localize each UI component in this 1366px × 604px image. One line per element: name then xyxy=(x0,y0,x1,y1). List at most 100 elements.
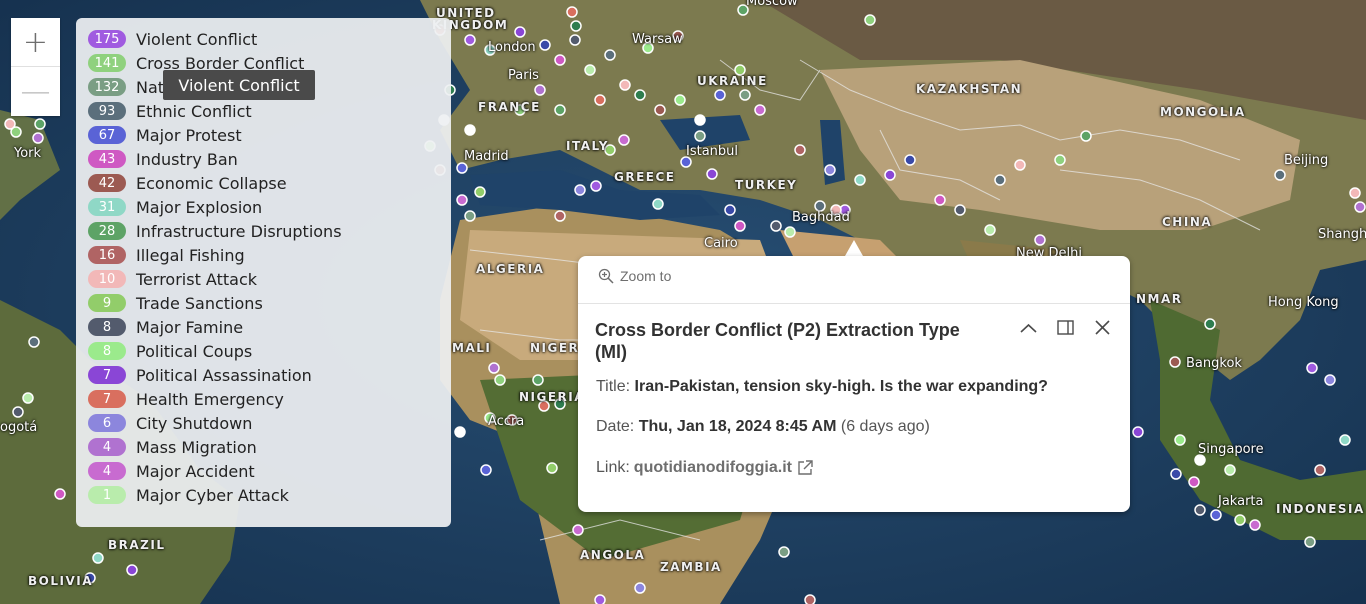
event-marker[interactable] xyxy=(464,210,476,222)
event-marker[interactable] xyxy=(724,204,736,216)
event-marker[interactable] xyxy=(618,134,630,146)
event-marker[interactable] xyxy=(652,198,664,210)
zoom-out-button[interactable]: — xyxy=(11,66,60,116)
event-marker[interactable] xyxy=(604,49,616,61)
legend-item[interactable]: 4 Major Accident xyxy=(88,461,255,481)
event-marker[interactable] xyxy=(1080,130,1092,142)
event-marker[interactable] xyxy=(554,210,566,222)
event-marker[interactable] xyxy=(984,224,996,236)
event-marker[interactable] xyxy=(28,336,40,348)
event-marker[interactable] xyxy=(554,104,566,116)
external-link-icon[interactable] xyxy=(796,459,814,477)
event-marker[interactable] xyxy=(34,118,46,130)
source-link[interactable]: quotidianodifoggia.it xyxy=(634,459,792,477)
event-marker[interactable] xyxy=(754,104,766,116)
event-marker[interactable] xyxy=(784,226,796,238)
event-marker[interactable] xyxy=(534,84,546,96)
event-marker[interactable] xyxy=(1170,468,1182,480)
event-marker[interactable] xyxy=(456,162,468,174)
legend-item[interactable]: 8 Political Coups xyxy=(88,341,252,361)
event-marker[interactable] xyxy=(464,124,476,136)
legend-item[interactable]: 28 Infrastructure Disruptions xyxy=(88,221,342,241)
legend-item[interactable]: 4 Mass Migration xyxy=(88,437,257,457)
legend-item[interactable]: 7 Political Assassination xyxy=(88,365,312,385)
event-marker[interactable] xyxy=(739,89,751,101)
event-marker[interactable] xyxy=(572,524,584,536)
legend-item[interactable]: 67 Major Protest xyxy=(88,125,242,145)
event-marker[interactable] xyxy=(514,26,526,38)
event-marker[interactable] xyxy=(1034,234,1046,246)
event-marker[interactable] xyxy=(1349,187,1361,199)
event-marker[interactable] xyxy=(864,14,876,26)
event-marker[interactable] xyxy=(532,374,544,386)
legend-item[interactable]: 10 Terrorist Attack xyxy=(88,269,257,289)
legend-item[interactable]: 9 Trade Sanctions xyxy=(88,293,263,313)
event-marker[interactable] xyxy=(884,169,896,181)
event-marker[interactable] xyxy=(594,594,606,604)
event-marker[interactable] xyxy=(590,180,602,192)
event-marker[interactable] xyxy=(634,89,646,101)
collapse-button[interactable] xyxy=(1019,318,1038,337)
event-marker[interactable] xyxy=(934,194,946,206)
event-marker[interactable] xyxy=(904,154,916,166)
event-marker[interactable] xyxy=(566,6,578,18)
event-marker[interactable] xyxy=(694,130,706,142)
event-marker[interactable] xyxy=(456,194,468,206)
event-marker[interactable] xyxy=(494,374,506,386)
event-marker[interactable] xyxy=(480,464,492,476)
event-marker[interactable] xyxy=(1224,464,1236,476)
event-marker[interactable] xyxy=(1194,504,1206,516)
event-marker[interactable] xyxy=(734,220,746,232)
dock-button[interactable] xyxy=(1056,318,1075,337)
event-marker[interactable] xyxy=(464,34,476,46)
event-marker[interactable] xyxy=(994,174,1006,186)
event-marker[interactable] xyxy=(619,79,631,91)
event-marker[interactable] xyxy=(1188,476,1200,488)
event-marker[interactable] xyxy=(706,168,718,180)
event-marker[interactable] xyxy=(694,114,706,126)
event-marker[interactable] xyxy=(1169,356,1181,368)
event-marker[interactable] xyxy=(1324,374,1336,386)
event-marker[interactable] xyxy=(1132,426,1144,438)
legend-item[interactable]: 8 Major Famine xyxy=(88,317,243,337)
event-marker[interactable] xyxy=(770,220,782,232)
event-marker[interactable] xyxy=(854,174,866,186)
legend-item[interactable]: 31 Major Explosion xyxy=(88,197,262,217)
event-marker[interactable] xyxy=(1174,434,1186,446)
zoom-in-button[interactable]: + xyxy=(11,18,60,66)
legend-item[interactable]: 132 Nat xyxy=(88,77,164,97)
event-marker[interactable] xyxy=(22,392,34,404)
event-marker[interactable] xyxy=(714,89,726,101)
event-marker[interactable] xyxy=(570,20,582,32)
legend-item[interactable]: 7 Health Emergency xyxy=(88,389,284,409)
event-marker[interactable] xyxy=(574,184,586,196)
legend-item[interactable]: 93 Ethnic Conflict xyxy=(88,101,252,121)
event-marker[interactable] xyxy=(594,94,606,106)
event-marker[interactable] xyxy=(1339,434,1351,446)
event-marker[interactable] xyxy=(954,204,966,216)
event-marker[interactable] xyxy=(1204,318,1216,330)
legend-item[interactable]: 42 Economic Collapse xyxy=(88,173,287,193)
event-marker[interactable] xyxy=(454,426,466,438)
event-marker[interactable] xyxy=(824,164,836,176)
event-marker[interactable] xyxy=(32,132,44,144)
event-marker[interactable] xyxy=(1354,201,1366,213)
event-marker[interactable] xyxy=(1210,509,1222,521)
event-marker[interactable] xyxy=(634,582,646,594)
event-marker[interactable] xyxy=(1306,362,1318,374)
event-marker[interactable] xyxy=(554,54,566,66)
event-marker[interactable] xyxy=(488,362,500,374)
event-marker[interactable] xyxy=(794,144,806,156)
event-marker[interactable] xyxy=(1304,536,1316,548)
event-marker[interactable] xyxy=(546,462,558,474)
event-marker[interactable] xyxy=(654,104,666,116)
event-marker[interactable] xyxy=(12,406,24,418)
legend-item[interactable]: 175 Violent Conflict xyxy=(88,29,257,49)
legend-item[interactable]: 1 Major Cyber Attack xyxy=(88,485,289,505)
event-marker[interactable] xyxy=(10,126,22,138)
event-marker[interactable] xyxy=(1314,464,1326,476)
event-marker[interactable] xyxy=(474,186,486,198)
event-marker[interactable] xyxy=(1054,154,1066,166)
event-marker[interactable] xyxy=(1249,519,1261,531)
event-marker[interactable] xyxy=(92,552,104,564)
